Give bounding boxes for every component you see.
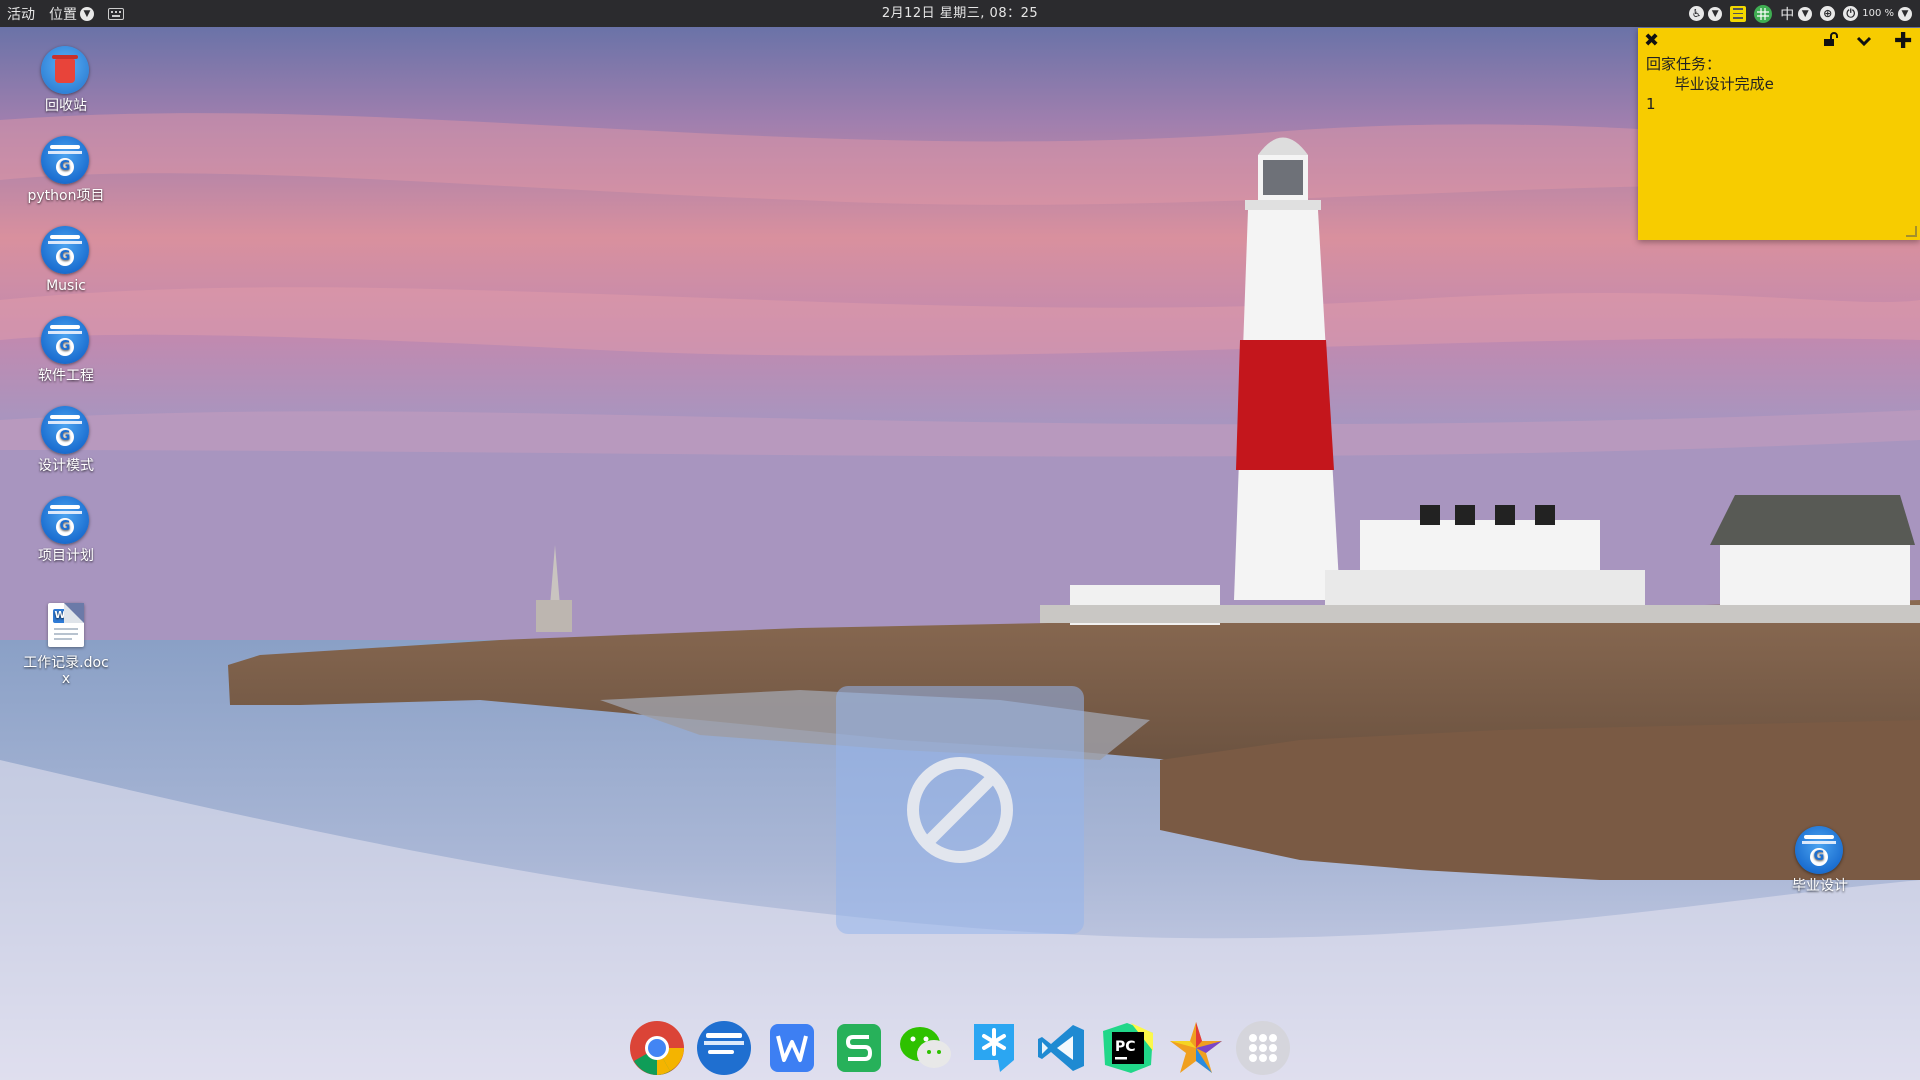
unlock-icon[interactable] [1822,31,1838,52]
dock-show-applications[interactable] [1234,1019,1292,1077]
show-applications-icon [1235,1021,1290,1075]
desktop-icon-work-log-docx[interactable]: W 工作记录.docx [20,600,112,687]
dock-file-manager[interactable] [695,1019,753,1077]
dock-wps-writer[interactable] [763,1019,821,1077]
file-manager-icon [697,1021,752,1075]
folder-icon: G [41,406,89,454]
folder-icon: G [41,136,89,184]
feishu-icon [973,1024,1014,1072]
chevron-down-icon[interactable] [1856,32,1872,53]
network-indicator[interactable]: ⊕ [1816,0,1839,27]
folder-icon: G [41,316,89,364]
chevron-down-icon: ▼ [1798,6,1813,21]
activities-button[interactable]: 活动 [0,0,42,27]
not-allowed-icon [907,757,1013,863]
desktop-icon-python-project[interactable]: G python项目 [20,136,112,204]
chevron-down-icon: ▼ [80,6,94,21]
wps-spreadsheet-icon [836,1024,881,1072]
network-icon: ⊕ [1820,6,1836,21]
drag-not-allowed-indicator [836,686,1084,934]
trash-icon [41,46,89,94]
dock: PC [628,1016,1292,1080]
dock-pycharm[interactable]: PC [1099,1019,1157,1077]
chevron-down-icon: ▼ [1708,6,1723,21]
sticky-note-toolbar: ✖ ✚ [1638,28,1920,54]
grid-icon [1754,4,1773,23]
resize-grip-icon[interactable] [1906,226,1917,237]
wps-writer-icon [769,1024,814,1072]
chrome-icon [630,1021,684,1075]
dock-wps-spreadsheet[interactable] [830,1019,888,1077]
vscode-icon [1037,1025,1084,1071]
desktop-icon-design-patterns[interactable]: G 设计模式 [20,406,112,474]
sticky-notes-icon [1730,5,1747,22]
word-document-icon: W [48,603,84,647]
chevron-down-icon: ▼ [1898,6,1912,21]
svg-text:PC: PC [1115,1039,1136,1055]
accessibility-menu[interactable]: ♿ ▼ [1685,0,1726,27]
desktop-icon-music[interactable]: G Music [20,226,112,294]
dock-vscode[interactable] [1032,1019,1090,1077]
dock-star-app[interactable] [1167,1019,1225,1077]
star-app-icon [1169,1022,1222,1073]
dock-wechat[interactable] [897,1019,955,1077]
desktop-icon-software-engineering[interactable]: G 软件工程 [20,316,112,384]
pycharm-icon: PC [1103,1023,1154,1073]
wechat-icon [900,1027,952,1068]
places-menu[interactable]: 位置 ▼ [42,0,101,27]
accessibility-icon: ♿ [1689,6,1705,21]
sticky-note-content[interactable]: 回家任务： 毕业设计完成e 1 [1638,52,1920,116]
add-note-icon[interactable]: ✚ [1894,29,1912,54]
desktop-icon-graduation-project[interactable]: G 毕业设计 [1774,826,1866,894]
top-bar: 活动 位置 ▼ 2月12日 星期三, 08：25 ♿ ▼ 中 ▼ ⊕ ⏻ 100… [0,0,1920,27]
power-icon: ⏻ [1843,6,1859,21]
dock-feishu[interactable] [965,1019,1023,1077]
power-battery-menu[interactable]: ⏻ 100 % ▼ [1839,0,1916,27]
folder-icon: G [41,496,89,544]
dock-chrome[interactable] [628,1019,686,1077]
clock-datetime[interactable]: 2月12日 星期三, 08：25 [882,6,1038,21]
folder-icon: G [41,226,89,274]
sticky-note[interactable]: ✖ ✚ 回家任务： 毕业设计完成e 1 [1638,28,1920,240]
grid-app-indicator[interactable] [1750,0,1776,27]
close-icon[interactable]: ✖ [1644,30,1659,51]
desktop-icon-project-plan[interactable]: G 项目计划 [20,496,112,564]
input-method-menu[interactable]: 中 ▼ [1776,0,1816,27]
folder-icon: G [1795,826,1843,874]
sticky-notes-indicator[interactable] [1726,0,1750,27]
keyboard-icon[interactable] [101,0,131,27]
desktop-icon-trash[interactable]: 回收站 [20,46,112,114]
